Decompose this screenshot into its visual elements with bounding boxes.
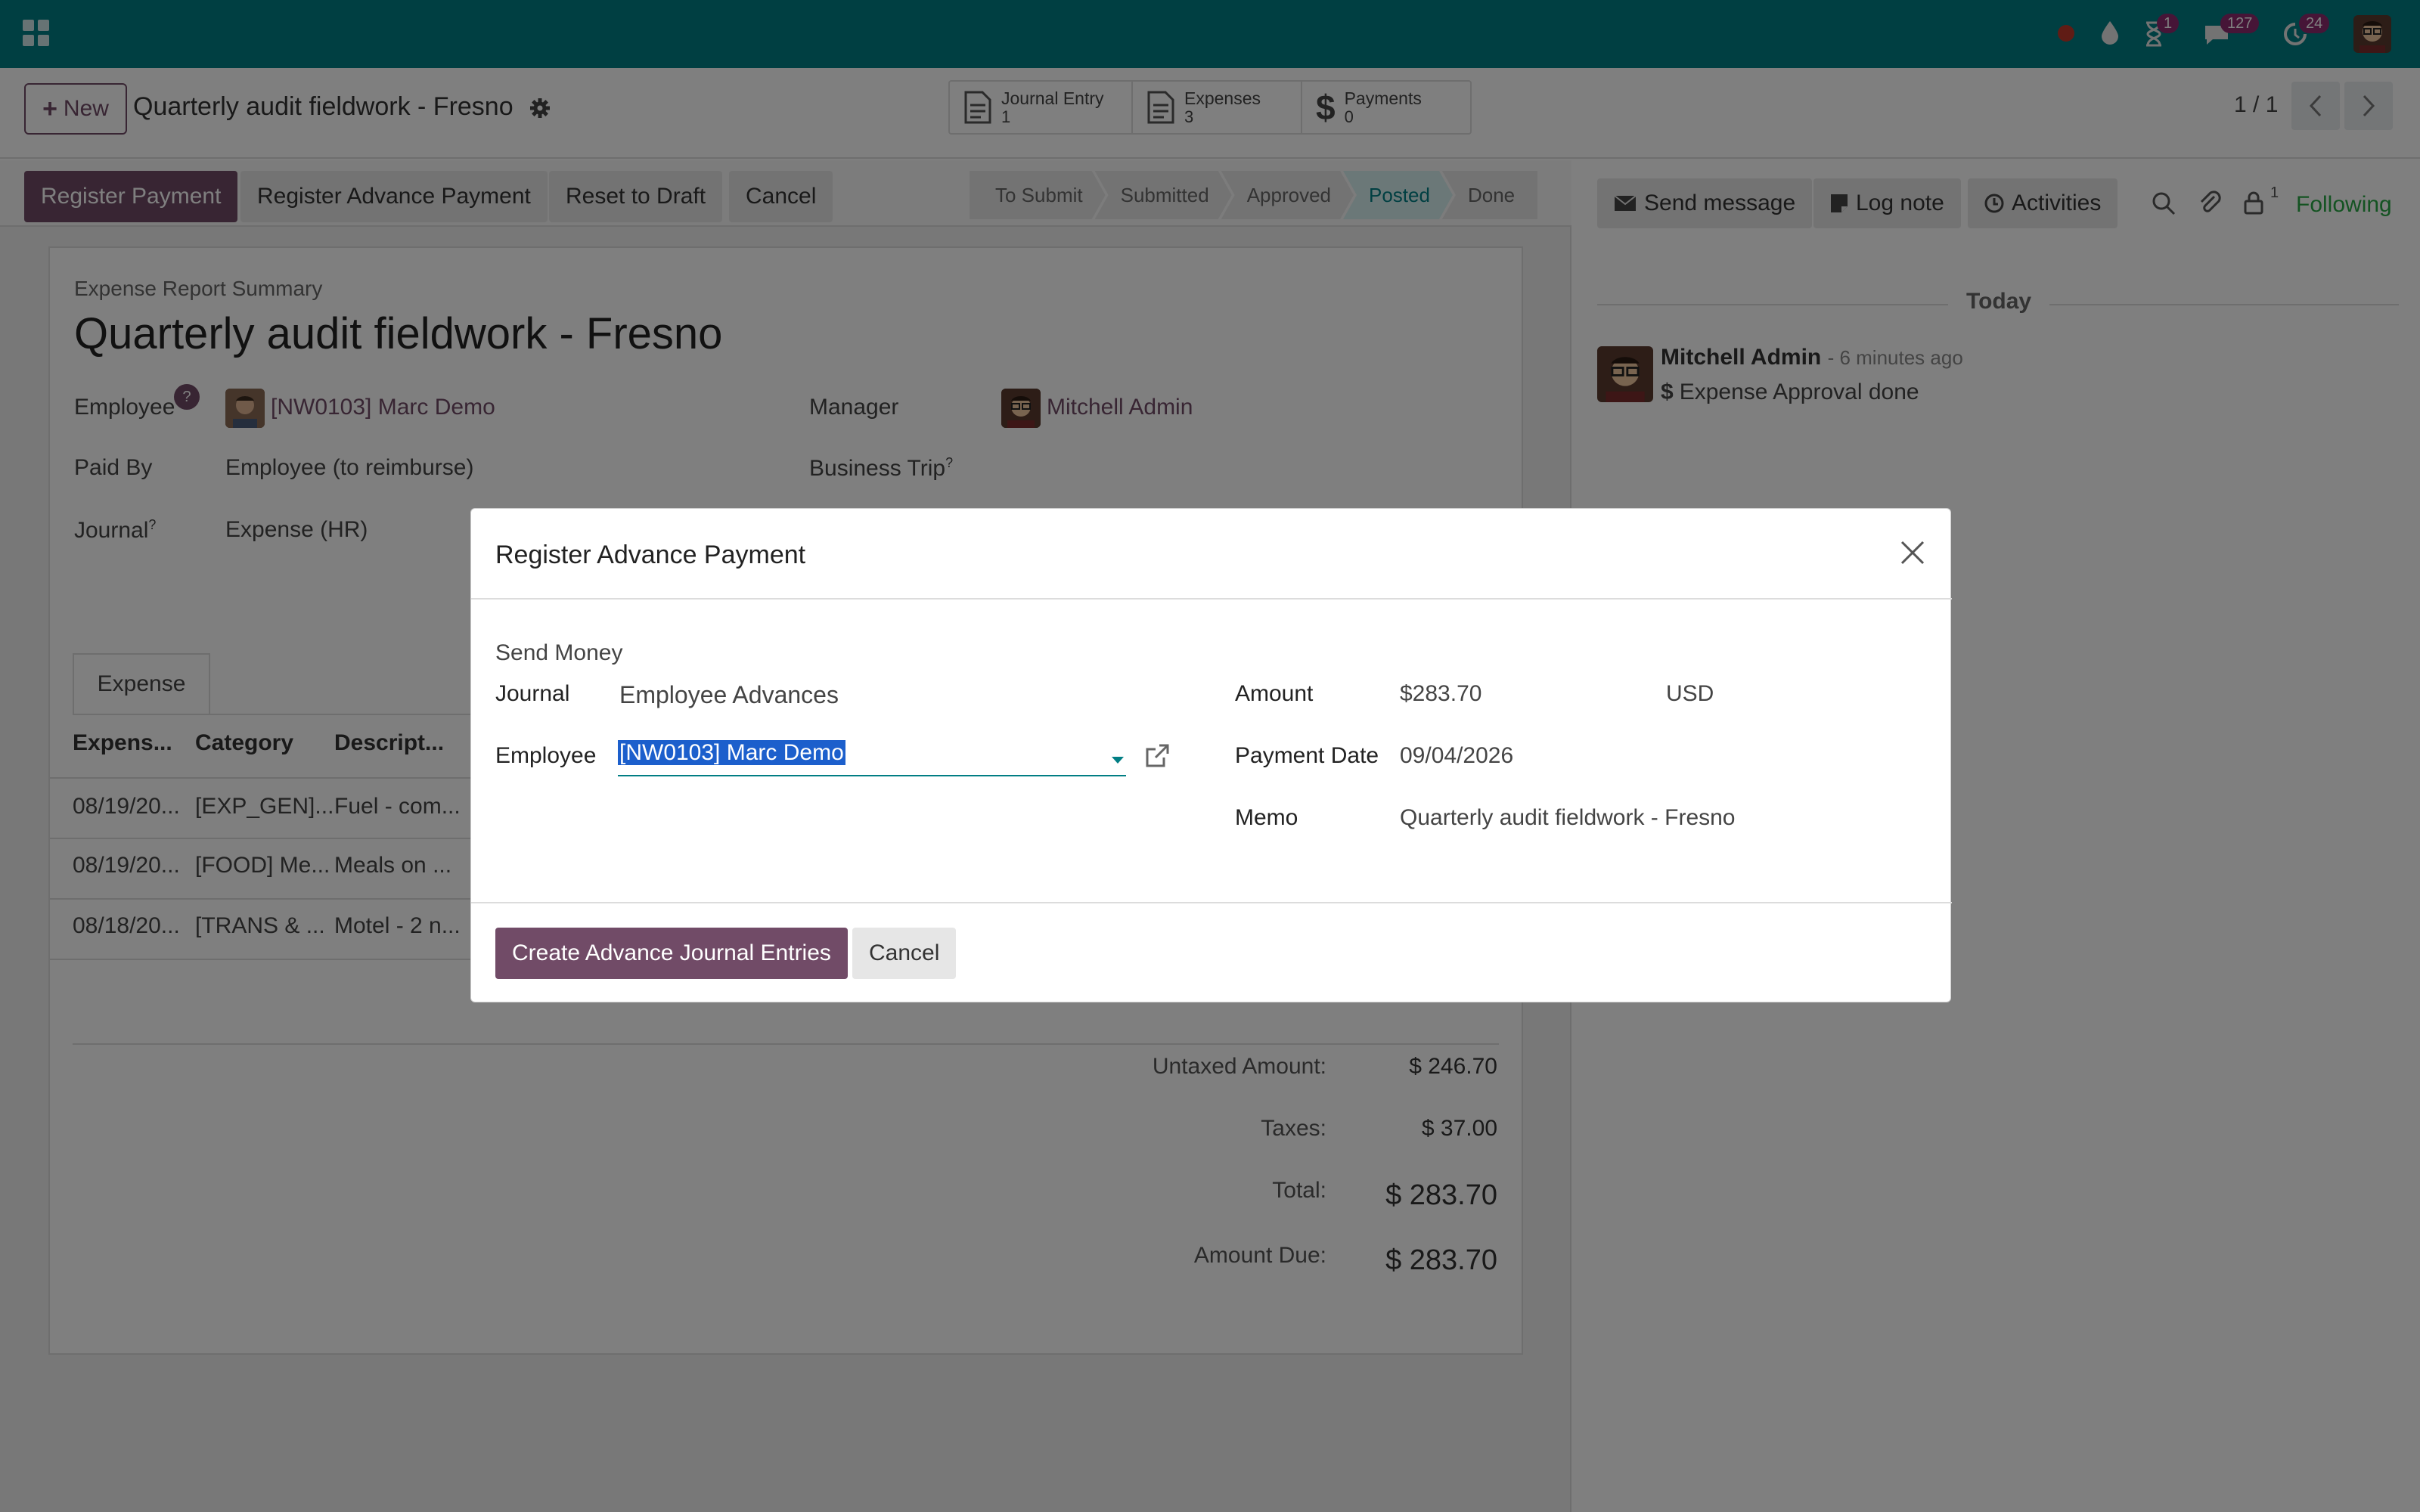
register-advance-payment-dialog: Register Advance Payment Send Money Jour…	[470, 508, 1952, 1002]
create-advance-journal-entries-button[interactable]: Create Advance Journal Entries	[495, 928, 848, 979]
send-money-section: Send Money	[495, 640, 623, 665]
amount-label: Amount	[1235, 681, 1314, 706]
employee-input-underline	[618, 775, 1126, 776]
external-link-icon[interactable]	[1144, 743, 1170, 769]
journal-field-label: Journal	[495, 681, 570, 706]
dialog-header: Register Advance Payment	[471, 509, 1952, 600]
caret-down-icon[interactable]	[1111, 755, 1125, 764]
journal-field[interactable]: Employee Advances	[619, 681, 839, 709]
employee-input-value: [NW0103] Marc Demo	[618, 740, 845, 765]
amount-field[interactable]: $283.70	[1400, 681, 1481, 707]
memo-field[interactable]: Quarterly audit fieldwork - Fresno	[1400, 805, 1736, 831]
currency-field[interactable]: USD	[1666, 681, 1714, 707]
close-icon[interactable]	[1899, 539, 1926, 566]
memo-label: Memo	[1235, 805, 1298, 830]
payment-date-field[interactable]: 09/04/2026	[1400, 743, 1513, 769]
employee-field-label: Employee	[495, 743, 597, 768]
employee-input[interactable]: [NW0103] Marc Demo	[618, 740, 1126, 775]
dialog-title: Register Advance Payment	[495, 541, 806, 569]
payment-date-label: Payment Date	[1235, 743, 1379, 768]
dialog-cancel-button[interactable]: Cancel	[852, 928, 957, 979]
